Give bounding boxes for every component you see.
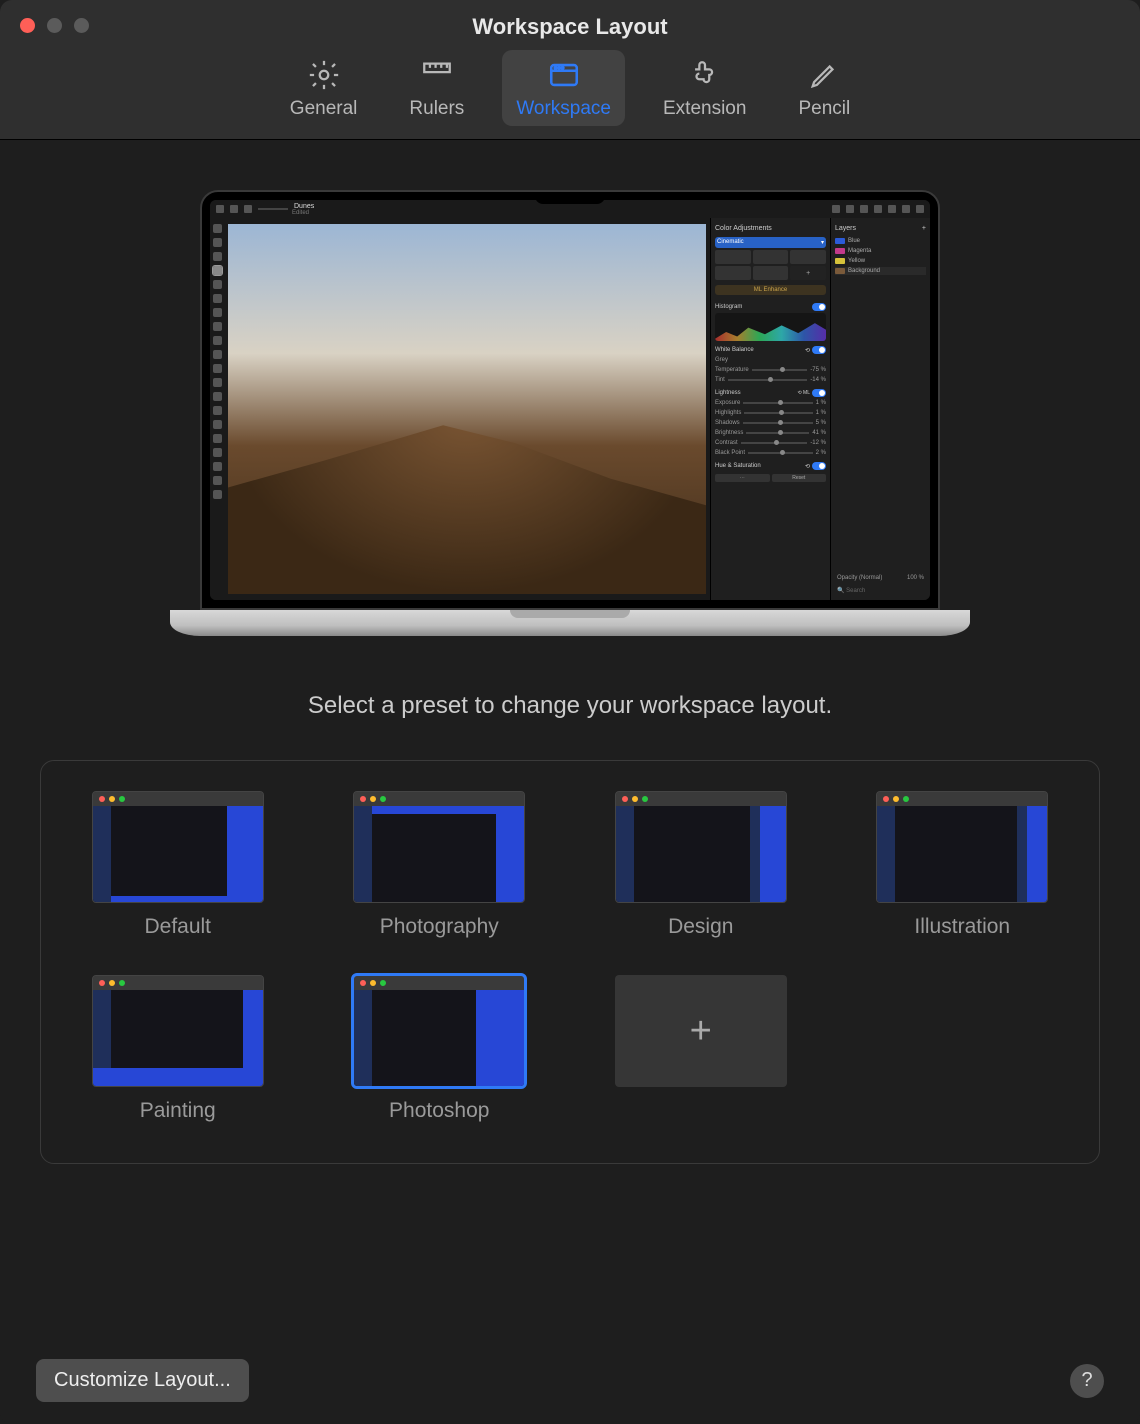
ml-enhance-button: ML Enhance [715,285,826,295]
help-button[interactable]: ? [1070,1364,1104,1398]
tab-rulers[interactable]: Rulers [395,50,478,126]
tool-strip [210,218,224,600]
preset-container: Default Photography [40,760,1100,1164]
histogram [715,313,826,341]
layers-title: Layers [835,225,856,232]
preset-photography[interactable]: Photography [333,791,547,939]
pencil-icon [807,58,841,92]
tab-label: Extension [663,98,746,120]
preset-default[interactable]: Default [71,791,285,939]
preset-dropdown: Cinematic▾ [715,237,826,248]
tab-label: Rulers [409,98,464,120]
preset-label: Design [668,915,733,939]
lightness-title: Lightness [715,390,741,396]
titlebar: Workspace Layout General Rulers Workspac… [0,0,1140,140]
workspace-preview: Dunes Edited [200,190,940,636]
preferences-window: Workspace Layout General Rulers Workspac… [0,0,1140,1424]
preset-label: Painting [140,1099,216,1123]
content-area: Dunes Edited [0,140,1140,1204]
preset-label: Illustration [914,915,1010,939]
tab-label: Workspace [516,98,611,120]
window-title: Workspace Layout [0,0,1140,40]
window-controls [20,18,89,33]
preset-design[interactable]: Design [594,791,808,939]
hue-saturation-title: Hue & Saturation [715,463,761,469]
color-adjustments-panel: Color Adjustments Cinematic▾ + ML Enhanc… [710,218,830,600]
window-icon [547,58,581,92]
close-window-button[interactable] [20,18,35,33]
preset-add[interactable]: + [594,975,808,1123]
ruler-icon [420,58,454,92]
white-balance-title: White Balance [715,347,754,353]
instruction-text: Select a preset to change your workspace… [40,692,1100,720]
tab-workspace[interactable]: Workspace [502,50,625,126]
preset-photoshop[interactable]: Photoshop [333,975,547,1123]
tab-extension[interactable]: Extension [649,50,760,126]
panel-title: Color Adjustments [715,225,826,232]
toolbar-tabs: General Rulers Workspace Extension Penci… [0,50,1140,126]
preset-label: Photography [380,915,499,939]
preset-label: Photoshop [389,1099,489,1123]
preset-painting[interactable]: Painting [71,975,285,1123]
layers-panel: Layers+ Blue Magenta Yellow Background O… [830,218,930,600]
preset-label: Default [144,915,211,939]
tab-pencil[interactable]: Pencil [784,50,864,126]
zoom-window-button[interactable] [74,18,89,33]
customize-layout-button[interactable]: Customize Layout... [36,1359,249,1402]
plus-icon: + [615,975,787,1087]
canvas [228,224,706,594]
preset-illustration[interactable]: Illustration [856,791,1070,939]
puzzle-icon [688,58,722,92]
gear-icon [307,58,341,92]
tab-general[interactable]: General [276,50,372,126]
footer: Customize Layout... ? [0,1359,1140,1402]
tab-label: Pencil [798,98,850,120]
histogram-title: Histogram [715,304,742,310]
minimize-window-button[interactable] [47,18,62,33]
document-title: Dunes [294,203,314,210]
document-subtitle: Edited [292,210,314,216]
tab-label: General [290,98,358,120]
